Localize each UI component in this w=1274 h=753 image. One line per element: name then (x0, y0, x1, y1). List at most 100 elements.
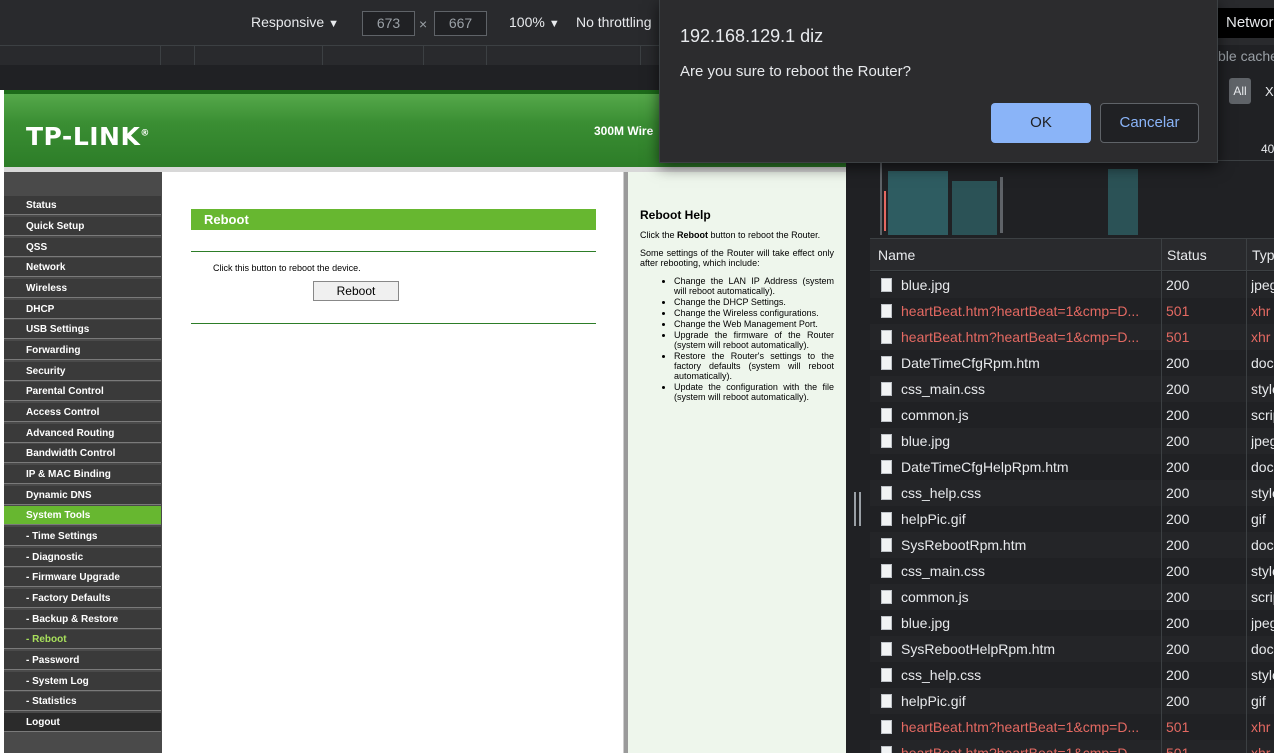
help-intro-prefix: Click the (640, 230, 678, 240)
nav-password[interactable]: - Password (4, 651, 161, 670)
table-row[interactable]: common.js 200 script (870, 584, 1274, 610)
throttling-dropdown[interactable]: No throttling (576, 14, 651, 30)
column-status[interactable]: Status (1167, 247, 1207, 263)
nav-security[interactable]: Security (4, 362, 161, 381)
column-type[interactable]: Typ (1252, 247, 1274, 263)
ok-button[interactable]: OK (991, 103, 1091, 143)
router-sidebar: Status Quick Setup QSS Network Wireless … (4, 172, 162, 753)
overview-bar (888, 171, 948, 235)
request-status: 501 (1166, 329, 1190, 345)
request-name: DateTimeCfgRpm.htm (901, 355, 1040, 371)
request-status: 200 (1166, 511, 1190, 527)
filter-xhr-button[interactable]: X (1265, 84, 1274, 99)
disable-cache-option[interactable]: ble cache (1218, 48, 1274, 64)
nav-qss[interactable]: QSS (4, 238, 161, 257)
timeline-tick: 40 (1261, 142, 1274, 156)
table-row[interactable]: common.js 200 script (870, 402, 1274, 428)
tplink-logo-text: TP-LINK (26, 122, 141, 151)
table-row[interactable]: css_main.css 200 style (870, 376, 1274, 402)
nav-system-log[interactable]: - System Log (4, 672, 161, 691)
cancel-button[interactable]: Cancelar (1100, 103, 1199, 143)
nav-wireless[interactable]: Wireless (4, 279, 161, 298)
table-row[interactable]: DateTimeCfgRpm.htm 200 doc (870, 350, 1274, 376)
dialog-message: Are you sure to reboot the Router? (680, 63, 911, 80)
reboot-button[interactable]: Reboot (313, 281, 399, 301)
request-status: 200 (1166, 589, 1190, 605)
divider-top (191, 251, 596, 252)
table-row[interactable]: blue.jpg 200 jpeg (870, 610, 1274, 636)
table-row[interactable]: css_help.css 200 style (870, 662, 1274, 688)
nav-dhcp[interactable]: DHCP (4, 300, 161, 319)
network-tab[interactable]: Network (1218, 8, 1274, 38)
viewport-width-input[interactable]: 673 (362, 11, 415, 36)
file-icon (881, 382, 892, 396)
nav-bandwidth-control[interactable]: Bandwidth Control (4, 444, 161, 463)
table-row[interactable]: heartBeat.htm?heartBeat=1&cmp=D... 501 xhr (870, 298, 1274, 324)
viewport-height-input[interactable]: 667 (434, 11, 487, 36)
request-name: blue.jpg (901, 277, 951, 293)
nav-network[interactable]: Network (4, 258, 161, 277)
column-divider (1246, 238, 1247, 753)
request-type: gif (1251, 511, 1266, 527)
request-name: SysRebootRpm.htm (901, 537, 1027, 553)
table-row[interactable]: css_main.css 200 style (870, 558, 1274, 584)
nav-firmware-upgrade[interactable]: - Firmware Upgrade (4, 568, 161, 587)
table-header: Name Status Typ (870, 238, 1274, 271)
reboot-content: Reboot Click this button to reboot the d… (164, 172, 624, 753)
nav-usb-settings[interactable]: USB Settings (4, 320, 161, 339)
nav-parental-control[interactable]: Parental Control (4, 382, 161, 401)
file-icon (881, 668, 892, 682)
request-type: xhr (1251, 745, 1271, 753)
nav-reboot[interactable]: - Reboot (4, 630, 161, 649)
panel-resize-handle[interactable] (854, 492, 862, 526)
nav-advanced-routing[interactable]: Advanced Routing (4, 424, 161, 443)
table-row[interactable]: helpPic.gif 200 gif (870, 506, 1274, 532)
nav-time-settings[interactable]: - Time Settings (4, 527, 161, 546)
ruler-divider (194, 46, 195, 65)
help-item: Change the LAN IP Address (system will r… (674, 276, 834, 296)
nav-factory-defaults[interactable]: - Factory Defaults (4, 589, 161, 608)
nav-forwarding[interactable]: Forwarding (4, 341, 161, 360)
nav-access-control[interactable]: Access Control (4, 403, 161, 422)
overview-bar (880, 163, 882, 235)
table-row[interactable]: blue.jpg 200 jpeg (870, 272, 1274, 298)
table-row[interactable]: blue.jpg 200 jpeg (870, 428, 1274, 454)
help-intro-suffix: button to reboot the Router. (708, 230, 821, 240)
table-row[interactable]: css_help.css 200 style (870, 480, 1274, 506)
ruler-divider (322, 46, 323, 65)
nav-statistics[interactable]: - Statistics (4, 692, 161, 711)
request-type: style (1251, 381, 1274, 397)
nav-dynamic-dns[interactable]: Dynamic DNS (4, 486, 161, 505)
request-type: style (1251, 667, 1274, 683)
table-row[interactable]: heartBeat.htm?heartBeat=1&cmp=D... 501 xhr (870, 714, 1274, 740)
table-row[interactable]: helpPic.gif 200 gif (870, 688, 1274, 714)
nav-diagnostic[interactable]: - Diagnostic (4, 548, 161, 567)
table-row[interactable]: SysRebootRpm.htm 200 doc (870, 532, 1274, 558)
filter-all-button[interactable]: All (1229, 78, 1251, 104)
request-type: script (1251, 407, 1274, 423)
request-name: heartBeat.htm?heartBeat=1&cmp=D... (901, 719, 1140, 735)
table-row[interactable]: DateTimeCfgHelpRpm.htm 200 doc (870, 454, 1274, 480)
request-type: doc (1251, 355, 1274, 371)
nav-system-tools[interactable]: System Tools (4, 506, 161, 525)
table-row[interactable]: heartBeat.htm?heartBeat=1&cmp=D... 501 xhr (870, 740, 1274, 753)
help-intro: Click the Reboot button to reboot the Ro… (640, 230, 834, 240)
nav-ip-mac-binding[interactable]: IP & MAC Binding (4, 465, 161, 484)
waterfall-overview (880, 163, 1138, 235)
request-type: jpeg (1251, 615, 1274, 631)
request-type: gif (1251, 693, 1266, 709)
nav-backup-restore[interactable]: - Backup & Restore (4, 610, 161, 629)
table-row[interactable]: heartBeat.htm?heartBeat=1&cmp=D... 501 xhr (870, 324, 1274, 350)
nav-logout[interactable]: Logout (4, 713, 161, 732)
request-type: doc (1251, 641, 1274, 657)
request-name: common.js (901, 407, 969, 423)
nav-quick-setup[interactable]: Quick Setup (4, 217, 161, 236)
request-name: css_main.css (901, 381, 986, 397)
device-mode-dropdown[interactable]: Responsive ▼ (251, 14, 339, 30)
table-row[interactable]: SysRebootHelpRpm.htm 200 doc (870, 636, 1274, 662)
help-intro-bold: Reboot (677, 230, 709, 240)
column-name[interactable]: Name (878, 247, 915, 263)
confirm-dialog: 192.168.129.1 diz Are you sure to reboot… (659, 0, 1218, 163)
zoom-dropdown[interactable]: 100% ▼ (509, 14, 560, 30)
nav-status[interactable]: Status (4, 196, 161, 215)
